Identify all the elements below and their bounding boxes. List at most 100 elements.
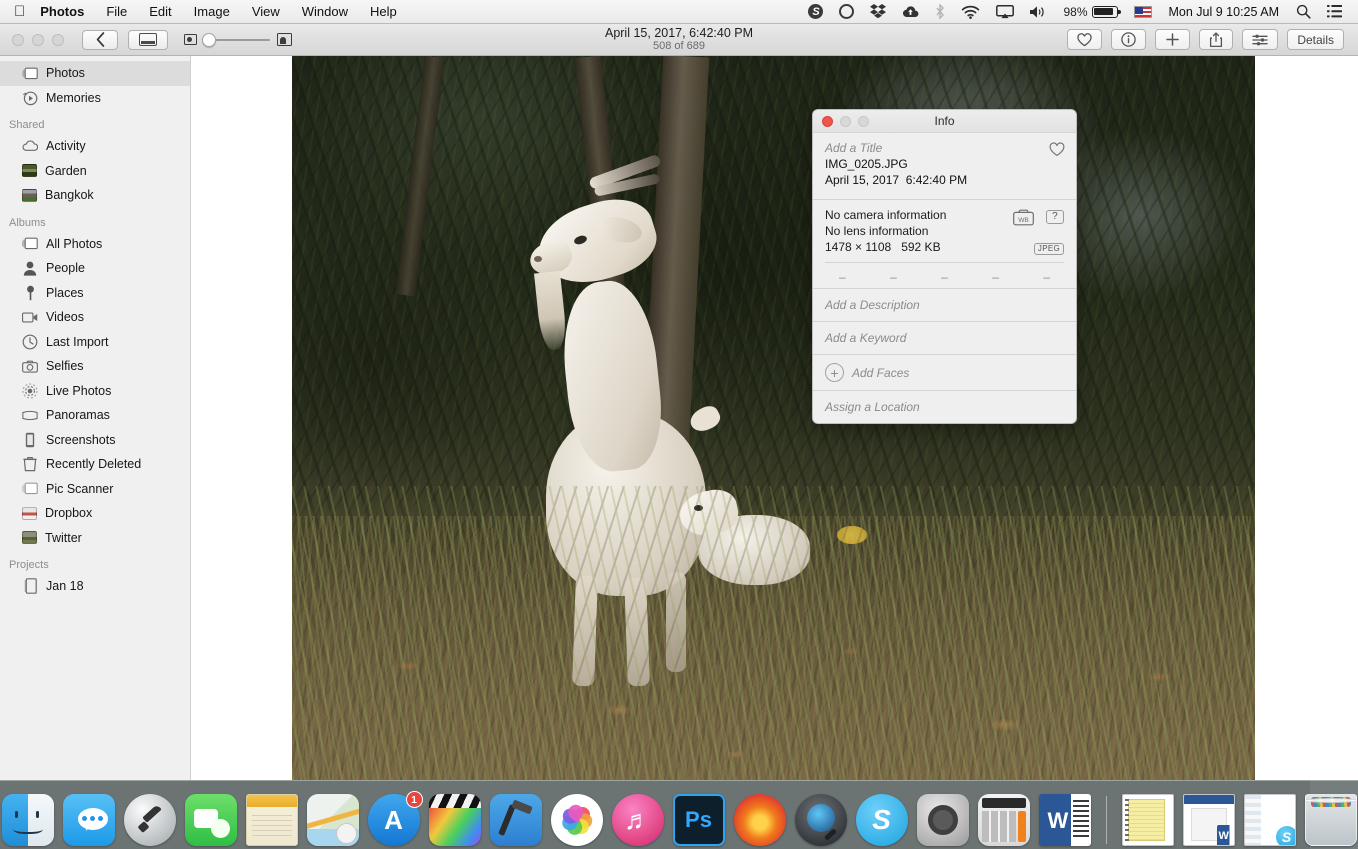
cloud-upload-icon[interactable] xyxy=(894,0,927,24)
sidebar-item-memories[interactable]: Memories xyxy=(0,86,190,111)
dock-item-photoshop[interactable]: Ps xyxy=(672,794,725,846)
finder-icon xyxy=(1,794,54,846)
camera-whitebalance-icon[interactable]: WB xyxy=(1013,209,1034,229)
sidebar-item-panoramas[interactable]: Panoramas xyxy=(0,403,190,428)
dock-item-maps[interactable] xyxy=(306,794,359,846)
sidebar-item-people[interactable]: People xyxy=(0,256,190,281)
add-button[interactable] xyxy=(1155,29,1191,50)
dropbox-icon[interactable] xyxy=(862,0,894,24)
wifi-icon[interactable] xyxy=(953,0,988,24)
sidebar-item-pic-scanner[interactable]: Pic Scanner xyxy=(0,477,190,502)
dock-item-xcode[interactable] xyxy=(489,794,542,846)
sidebar-item-screenshots[interactable]: Screenshots xyxy=(0,428,190,453)
zoom-slider[interactable] xyxy=(202,32,270,48)
dock-item-notes[interactable] xyxy=(245,794,298,846)
sidebar-item-all-photos[interactable]: All Photos xyxy=(0,232,190,257)
book-icon xyxy=(22,578,38,595)
minimize-button[interactable] xyxy=(32,33,44,46)
location-field[interactable]: Assign a Location xyxy=(813,390,1076,423)
sidebar-item-dropbox[interactable]: Dropbox xyxy=(0,501,190,526)
close-button[interactable] xyxy=(12,33,24,46)
sidebar-item-activity[interactable]: Activity xyxy=(0,134,190,159)
creative-cloud-icon[interactable] xyxy=(831,0,862,24)
minimized-skype-window[interactable]: S xyxy=(1243,794,1296,846)
dock-item-itunes[interactable]: ♬ xyxy=(611,794,664,846)
keyword-field[interactable]: Add a Keyword xyxy=(813,321,1076,354)
menubar-clock[interactable]: Mon Jul 9 10:25 AM xyxy=(1160,5,1288,19)
toolbar-actions: Details xyxy=(1058,29,1358,50)
dock-item-system-preferences[interactable] xyxy=(916,794,969,846)
title-input[interactable]: Add a Title xyxy=(825,140,1064,156)
small-thumbnail-icon[interactable] xyxy=(184,34,197,45)
large-thumbnail-icon[interactable] xyxy=(277,33,292,46)
menu-item-view[interactable]: View xyxy=(241,0,291,24)
favorite-button[interactable] xyxy=(1067,29,1103,50)
minimized-word-window[interactable]: W xyxy=(1182,794,1235,846)
bluetooth-icon[interactable] xyxy=(927,0,953,24)
notification-center-icon[interactable] xyxy=(1319,0,1350,24)
description-field[interactable]: Add a Description xyxy=(813,288,1076,321)
sidebar-item-bangkok[interactable]: Bangkok xyxy=(0,183,190,208)
dock-item-skype[interactable]: S xyxy=(855,794,908,846)
menu-item-file[interactable]: File xyxy=(95,0,138,24)
sidebar-item-twitter[interactable]: Twitter xyxy=(0,526,190,551)
sidebar-item-selfies[interactable]: Selfies xyxy=(0,354,190,379)
sidebar-item-photos[interactable]: Photos xyxy=(0,61,190,86)
menu-item-help[interactable]: Help xyxy=(359,0,408,24)
dock-item-microsoft-word[interactable]: W xyxy=(1038,794,1091,846)
dock-item-calculator[interactable] xyxy=(977,794,1030,846)
back-button[interactable] xyxy=(82,29,118,50)
plus-circle-icon[interactable]: + xyxy=(825,363,844,382)
favorite-toggle-icon[interactable] xyxy=(1049,142,1065,160)
dock-item-final-cut-pro[interactable] xyxy=(428,794,481,846)
apple-logo-icon[interactable]:  xyxy=(0,4,38,19)
sidebar-item-places[interactable]: Places xyxy=(0,281,190,306)
menu-bar:  Photos File Edit Image View Window Hel… xyxy=(0,0,1358,24)
sidebar-item-garden[interactable]: Garden xyxy=(0,159,190,184)
album-thumbnail-bangkok xyxy=(22,188,37,202)
airplay-icon[interactable] xyxy=(988,0,1022,24)
menu-item-photos[interactable]: Photos xyxy=(38,0,95,24)
photo-image[interactable] xyxy=(292,56,1255,780)
search-icon[interactable] xyxy=(1288,0,1319,24)
description-placeholder: Add a Description xyxy=(825,298,920,312)
minimized-notes-window[interactable] xyxy=(1121,794,1174,846)
skype-icon[interactable]: S xyxy=(800,0,831,24)
sidebar-item-label: Bangkok xyxy=(45,188,94,203)
help-badge[interactable]: ? xyxy=(1046,210,1064,224)
share-button[interactable] xyxy=(1199,29,1234,50)
sidebar-item-jan-18[interactable]: Jan 18 xyxy=(0,574,190,599)
details-button[interactable]: Details xyxy=(1287,29,1344,50)
dock-item-quicktime[interactable] xyxy=(794,794,847,846)
photos-toolbar: April 15, 2017, 6:42:40 PM 508 of 689 De… xyxy=(0,24,1358,56)
sidebar-item-label: Activity xyxy=(46,139,86,154)
adjust-button[interactable] xyxy=(1242,29,1279,50)
thumbnail-zoom-control[interactable] xyxy=(184,32,292,48)
sidebar-item-live-photos[interactable]: Live Photos xyxy=(0,379,190,404)
dock-item-launchpad[interactable] xyxy=(123,794,176,846)
volume-icon[interactable] xyxy=(1022,0,1055,24)
dock-item-trash[interactable] xyxy=(1304,794,1357,846)
dock-item-finder[interactable] xyxy=(1,794,54,846)
battery-icon[interactable] xyxy=(1091,0,1126,24)
menu-item-edit[interactable]: Edit xyxy=(138,0,182,24)
menu-item-window[interactable]: Window xyxy=(291,0,359,24)
dock-item-photos[interactable] xyxy=(550,794,603,846)
dock-item-messages[interactable] xyxy=(62,794,115,846)
dock-item-firefox[interactable] xyxy=(733,794,786,846)
sidebar-item-last-import[interactable]: Last Import xyxy=(0,330,190,355)
dock-item-app-store[interactable]: A 1 xyxy=(367,791,423,846)
info-button[interactable] xyxy=(1111,29,1147,50)
add-faces-row[interactable]: + Add Faces xyxy=(813,354,1076,390)
dock-item-facetime[interactable] xyxy=(184,794,237,846)
add-faces-label: Add Faces xyxy=(852,365,910,380)
album-thumbnail-twitter xyxy=(22,531,37,545)
maximize-button[interactable] xyxy=(52,33,64,46)
sidebar-item-videos[interactable]: Videos xyxy=(0,305,190,330)
menu-item-image[interactable]: Image xyxy=(183,0,241,24)
panorama-icon xyxy=(22,407,38,423)
sidebar-item-recently-deleted[interactable]: Recently Deleted xyxy=(0,452,190,477)
us-flag-icon[interactable] xyxy=(1126,0,1160,24)
sidebar-toggle-icon[interactable] xyxy=(128,29,168,50)
maps-icon xyxy=(306,794,359,846)
